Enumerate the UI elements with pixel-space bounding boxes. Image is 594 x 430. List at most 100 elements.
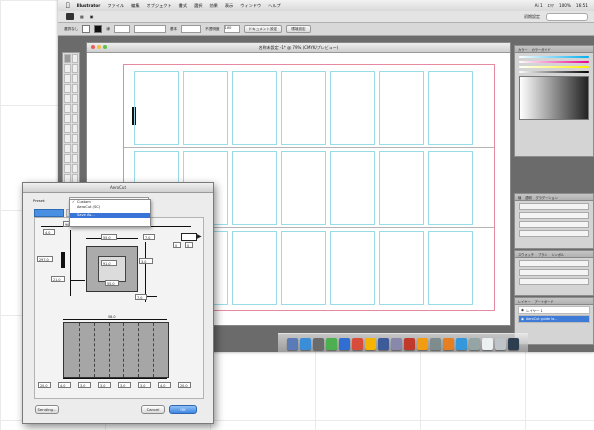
- bottom-value-field[interactable]: 20.0: [38, 382, 51, 388]
- bridge-icon[interactable]: ▣: [90, 14, 94, 19]
- type-tool-icon[interactable]: [71, 74, 78, 83]
- dock-app-icon[interactable]: [482, 338, 493, 350]
- tab-swatches[interactable]: スウォッチ: [518, 252, 534, 257]
- arrange-icon[interactable]: ▦: [80, 14, 84, 19]
- cancel-button[interactable]: Cancel: [141, 405, 165, 414]
- bottom-value-field[interactable]: 3.0: [98, 382, 111, 388]
- card-height-field[interactable]: 91.0: [101, 260, 117, 266]
- status-item[interactable]: Ai 1: [535, 3, 543, 9]
- side-field[interactable]: 21.0: [51, 276, 65, 282]
- panel-row[interactable]: [519, 221, 589, 228]
- menu-select[interactable]: 選択: [194, 3, 202, 9]
- bottom-value-field[interactable]: 20.0: [178, 382, 191, 388]
- artboard-tool-icon[interactable]: [71, 164, 78, 173]
- ok-button[interactable]: OK: [169, 405, 197, 414]
- eye-icon[interactable]: ◉: [521, 308, 524, 312]
- status-item[interactable]: ｴﾘｱ: [548, 3, 554, 9]
- menu-effect[interactable]: 効果: [209, 3, 217, 9]
- menu-view[interactable]: 表示: [225, 3, 233, 9]
- dock-app-icon[interactable]: [378, 338, 389, 350]
- eraser-tool-icon[interactable]: [71, 104, 78, 113]
- bottom-value-field[interactable]: 4.0: [58, 382, 71, 388]
- free-transform-tool-icon[interactable]: [71, 124, 78, 133]
- mesh-tool-icon[interactable]: [64, 144, 71, 153]
- symbol-sprayer-tool-icon[interactable]: [64, 134, 71, 143]
- card-width-field[interactable]: 55.0: [101, 234, 117, 240]
- panel-row[interactable]: [519, 203, 589, 210]
- sending-button[interactable]: Sending...: [35, 405, 59, 414]
- panel-row[interactable]: [519, 278, 589, 285]
- tab-color-guide[interactable]: カラーガイド: [532, 47, 551, 52]
- rectangle-tool-icon[interactable]: [71, 84, 78, 93]
- dock-app-icon[interactable]: [339, 338, 350, 350]
- zoom-icon[interactable]: [103, 45, 107, 49]
- menu-window[interactable]: ウィンドウ: [240, 3, 261, 9]
- tab-artboards[interactable]: アートボード: [535, 299, 554, 304]
- dock-app-icon[interactable]: [300, 338, 311, 350]
- magic-wand-tool-icon[interactable]: [64, 64, 71, 73]
- menu-type[interactable]: 書式: [179, 3, 187, 9]
- dock-app-icon[interactable]: [404, 338, 415, 350]
- tab-stroke[interactable]: 線: [518, 195, 521, 200]
- gutter-field[interactable]: 7.0: [143, 234, 155, 240]
- orientation-toggle[interactable]: [181, 233, 197, 241]
- stroke-weight-field[interactable]: [113, 25, 130, 33]
- opacity-field[interactable]: 100: [223, 25, 240, 33]
- sheet-height-field[interactable]: 297.0: [37, 256, 53, 262]
- dock-app-icon[interactable]: [469, 338, 480, 350]
- tab-transparency[interactable]: 透明: [525, 195, 531, 200]
- bottom-field[interactable]: 7.0: [135, 294, 147, 300]
- dock-app-icon[interactable]: [443, 338, 454, 350]
- workspace-switcher[interactable]: 初期設定: [524, 14, 540, 20]
- menu-object[interactable]: オブジェクト: [147, 3, 172, 9]
- selection-tool-icon[interactable]: [64, 54, 71, 63]
- panel-row[interactable]: [519, 230, 589, 237]
- dock-app-icon[interactable]: [456, 338, 467, 350]
- mid-field[interactable]: 55.0: [105, 280, 119, 286]
- menu-file[interactable]: ファイル: [107, 3, 124, 9]
- menu-app-name[interactable]: Illustrator: [77, 3, 101, 8]
- cyan-slider[interactable]: [519, 56, 589, 58]
- status-item[interactable]: 100%: [559, 3, 571, 9]
- dock-app-icon[interactable]: [508, 338, 519, 350]
- preferences-button[interactable]: 環境設定: [286, 25, 311, 33]
- panel-row[interactable]: [519, 269, 589, 276]
- graph-tool-icon[interactable]: [71, 134, 78, 143]
- blob-brush-tool-icon[interactable]: [64, 104, 71, 113]
- dock-app-icon[interactable]: [391, 338, 402, 350]
- dock-app-icon[interactable]: [326, 338, 337, 350]
- eye-icon[interactable]: ◉: [521, 317, 524, 321]
- dock-app-icon[interactable]: [365, 338, 376, 350]
- panel-row[interactable]: [519, 260, 589, 267]
- lasso-tool-icon[interactable]: [71, 64, 78, 73]
- pencil-tool-icon[interactable]: [71, 94, 78, 103]
- brush-definition-select[interactable]: [133, 25, 166, 33]
- black-slider[interactable]: [519, 71, 589, 73]
- eyedropper-tool-icon[interactable]: [64, 154, 71, 163]
- blend-tool-icon[interactable]: [71, 154, 78, 163]
- tab-brushes[interactable]: ブラシ: [538, 252, 548, 257]
- count-field[interactable]: 0: [185, 242, 193, 248]
- menu-help[interactable]: ヘルプ: [268, 3, 281, 9]
- bleed-field[interactable]: 3.0: [139, 258, 153, 264]
- live-paint-tool-icon[interactable]: [64, 164, 71, 173]
- tab-symbols[interactable]: シンボル: [551, 252, 564, 257]
- stroke-swatch[interactable]: [94, 25, 103, 33]
- left-margin-field[interactable]: 4.0: [43, 229, 55, 235]
- tab-layout[interactable]: [34, 209, 64, 217]
- yellow-slider[interactable]: [519, 66, 589, 68]
- layer-row[interactable]: ◉ レイヤー 1: [518, 306, 590, 314]
- warp-tool-icon[interactable]: [64, 124, 71, 133]
- fill-swatch[interactable]: [82, 25, 91, 33]
- style-select[interactable]: [181, 25, 202, 33]
- bottom-value-field[interactable]: 4.0: [158, 382, 171, 388]
- search-input[interactable]: [546, 12, 588, 21]
- dock-app-icon[interactable]: [287, 338, 298, 350]
- tab-gradient[interactable]: グラデーション: [536, 195, 558, 200]
- layer-row[interactable]: ◉ AeroCut guide la...: [518, 315, 590, 323]
- close-icon[interactable]: [91, 45, 95, 49]
- paintbrush-tool-icon[interactable]: [64, 94, 71, 103]
- bottom-value-field[interactable]: 3.0: [138, 382, 151, 388]
- menu-edit[interactable]: 編集: [131, 3, 139, 9]
- minimize-icon[interactable]: [97, 45, 101, 49]
